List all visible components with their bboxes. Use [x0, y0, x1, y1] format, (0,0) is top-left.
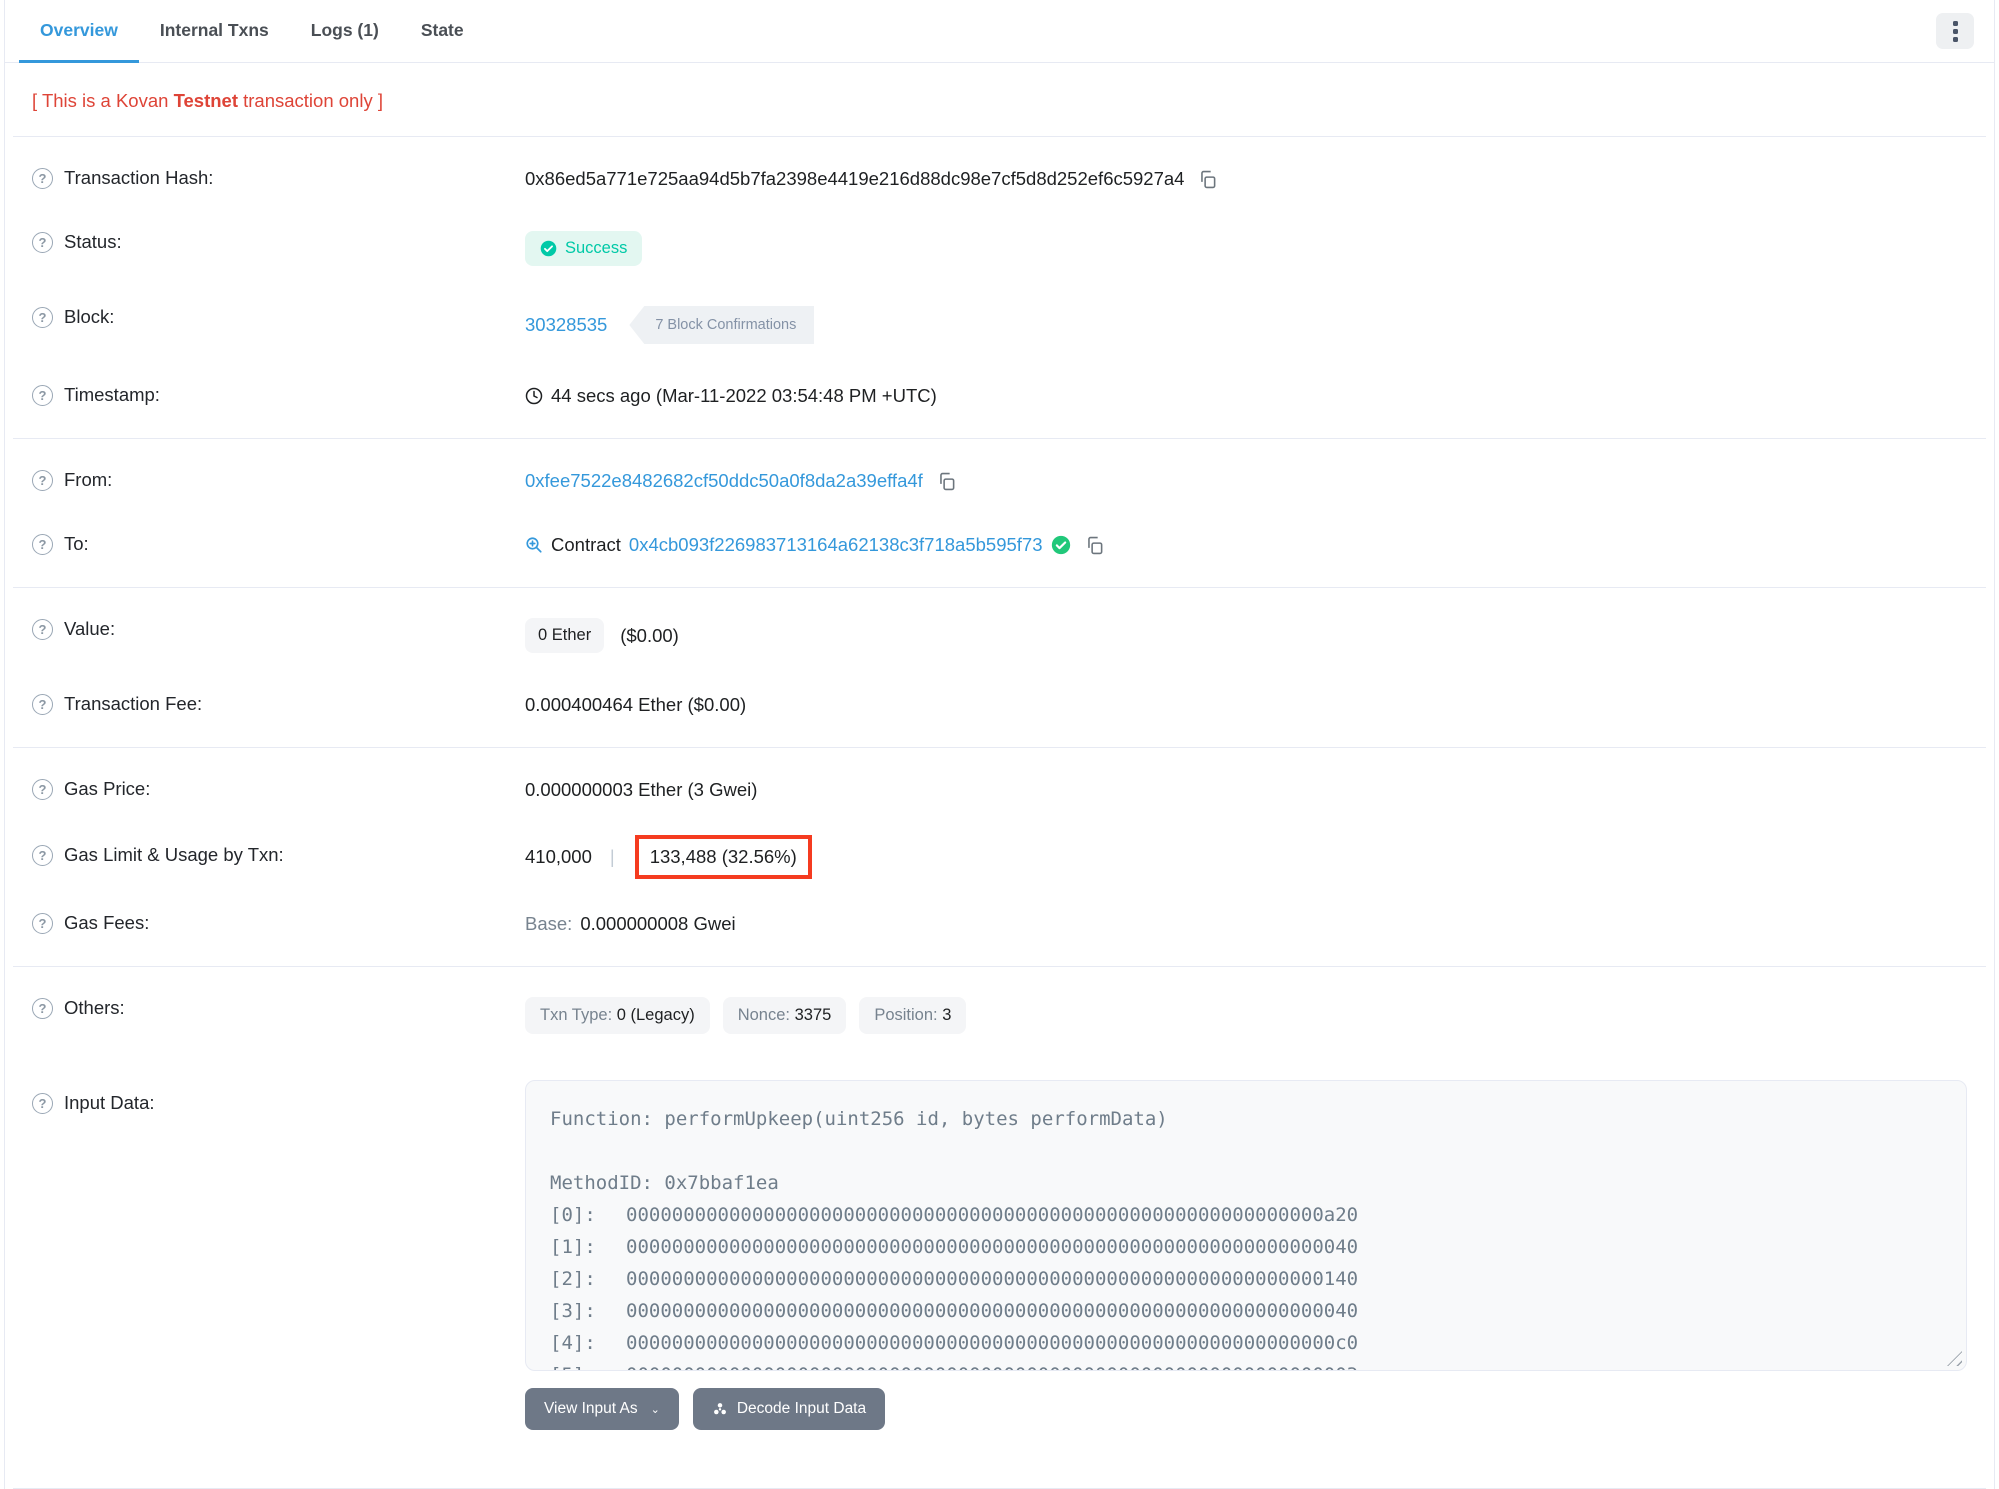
input-word-row: [0]: 000000000000000000000000000000000000… — [550, 1204, 1359, 1226]
help-icon[interactable]: ? — [32, 778, 53, 800]
tab-state[interactable]: State — [400, 0, 485, 63]
gas-fees-base-label: Base: — [525, 913, 573, 934]
copy-icon[interactable] — [937, 472, 956, 491]
row-block: ? Block: 30328535 7 Block Confirmations — [32, 286, 1967, 364]
transaction-card: Overview Internal Txns Logs (1) State [ … — [4, 0, 1995, 1489]
input-word-row: [2]: 000000000000000000000000000000000000… — [550, 1268, 1359, 1290]
help-icon[interactable]: ? — [32, 533, 53, 555]
value-label: Value: — [64, 618, 116, 639]
transaction-hash-label: Transaction Hash: — [64, 167, 214, 188]
tab-logs[interactable]: Logs (1) — [290, 0, 400, 63]
verified-check-icon — [1051, 535, 1070, 555]
testnet-notice: [ This is a Kovan Testnet transaction on… — [32, 90, 383, 111]
help-icon[interactable]: ? — [32, 306, 53, 328]
decode-icon — [713, 1403, 726, 1415]
block-number-link[interactable]: 30328535 — [525, 314, 607, 336]
check-circle-icon — [540, 240, 557, 257]
status-badge: Success — [525, 231, 643, 266]
help-icon[interactable]: ? — [32, 1092, 53, 1114]
row-transaction-fee: ? Transaction Fee: 0.000400464 Ether ($0… — [32, 673, 1967, 737]
block-label: Block: — [64, 306, 115, 327]
row-status: ? Status: Success — [32, 211, 1967, 286]
row-gas-price: ? Gas Price: 0.000000003 Ether (3 Gwei) — [32, 758, 1967, 822]
to-label: To: — [64, 533, 89, 554]
row-value: ? Value: 0 Ether ($0.00) — [32, 598, 1967, 673]
input-blank-line — [550, 1135, 1942, 1167]
input-word-row: [4]: 000000000000000000000000000000000000… — [550, 1332, 1359, 1354]
tab-internal-txns[interactable]: Internal Txns — [139, 0, 290, 63]
ether-value-badge: 0 Ether — [525, 618, 605, 653]
help-icon[interactable]: ? — [32, 693, 53, 715]
row-transaction-hash: ? Transaction Hash: 0x86ed5a771e725aa94d… — [32, 147, 1967, 211]
timestamp-label: Timestamp: — [64, 384, 160, 405]
gas-usage-value: 133,488 (32.56%) — [649, 846, 797, 867]
input-word-row: [5]:000000000000000000000000000000000000… — [550, 1359, 1942, 1370]
magnifier-plus-icon[interactable] — [525, 536, 543, 554]
input-word-row: [1]: 000000000000000000000000000000000000… — [550, 1236, 1359, 1258]
tab-overview[interactable]: Overview — [19, 0, 139, 63]
copy-icon[interactable] — [1198, 170, 1217, 189]
help-icon[interactable]: ? — [32, 618, 53, 640]
others-label: Others: — [64, 997, 125, 1018]
from-label: From: — [64, 469, 113, 490]
decode-input-data-button[interactable]: Decode Input Data — [692, 1388, 886, 1430]
copy-icon[interactable] — [1085, 536, 1104, 555]
row-to: ? To: Contract 0x4cb093f226983713164a621… — [32, 513, 1967, 577]
input-word-row: [3]: 000000000000000000000000000000000000… — [550, 1300, 1359, 1322]
help-icon[interactable]: ? — [32, 912, 53, 934]
fiat-value: ($0.00) — [620, 624, 679, 646]
txn-type-badge: Txn Type: 0 (Legacy) — [525, 997, 710, 1034]
row-gas-fees: ? Gas Fees: Base: 0.000000008 Gwei — [32, 892, 1967, 956]
section-gas: ? Gas Price: 0.000000003 Ether (3 Gwei) … — [5, 748, 1994, 966]
section-others-input: ? Others: Txn Type: 0 (Legacy) Nonce: 33… — [5, 967, 1994, 1460]
transaction-hash-value: 0x86ed5a771e725aa94d5b7fa2398e4419e216d8… — [525, 168, 1185, 189]
row-others: ? Others: Txn Type: 0 (Legacy) Nonce: 33… — [32, 977, 1967, 1054]
tab-bar: Overview Internal Txns Logs (1) State — [5, 0, 1994, 63]
help-icon[interactable]: ? — [32, 167, 53, 189]
transaction-fee-value: 0.000400464 Ether ($0.00) — [525, 694, 747, 715]
gas-price-value: 0.000000003 Ether (3 Gwei) — [525, 779, 758, 800]
row-input-data: ? Input Data: Function: performUpkeep(ui… — [32, 1054, 1967, 1450]
help-icon[interactable]: ? — [32, 384, 53, 406]
block-confirmations-badge: 7 Block Confirmations — [629, 306, 815, 344]
chevron-down-icon: ⌄ — [650, 1403, 660, 1416]
help-icon[interactable]: ? — [32, 231, 53, 253]
gas-limit-value: 410,000 — [525, 846, 592, 867]
nonce-badge: Nonce: 3375 — [722, 997, 847, 1034]
section-value: ? Value: 0 Ether ($0.00) ? Transaction F… — [5, 588, 1994, 747]
view-input-as-button[interactable]: View Input As ⌄ — [525, 1388, 679, 1430]
gas-price-label: Gas Price: — [64, 778, 151, 799]
row-from: ? From: 0xfee7522e8482682cf50ddc50a0f8da… — [32, 449, 1967, 513]
section-summary: ? Transaction Hash: 0x86ed5a771e725aa94d… — [5, 137, 1994, 438]
timestamp-value: 44 secs ago (Mar-11-2022 03:54:48 PM +UT… — [551, 385, 937, 406]
from-address-link[interactable]: 0xfee7522e8482682cf50ddc50a0f8da2a39effa… — [525, 470, 923, 492]
input-data-label: Input Data: — [64, 1092, 155, 1113]
row-timestamp: ? Timestamp: 44 secs ago (Mar-11-2022 03… — [32, 364, 1967, 428]
status-label: Status: — [64, 231, 122, 252]
help-icon[interactable]: ? — [32, 997, 53, 1019]
gas-usage-annotation-box: 133,488 (32.56%) — [634, 835, 812, 879]
help-icon[interactable]: ? — [32, 469, 53, 491]
section-addresses: ? From: 0xfee7522e8482682cf50ddc50a0f8da… — [5, 439, 1994, 587]
row-gas-limit-usage: ? Gas Limit & Usage by Txn: 410,000 | 13… — [32, 822, 1967, 892]
separator: | — [609, 846, 615, 867]
to-kind: Contract — [551, 534, 621, 555]
input-function-line: Function: performUpkeep(uint256 id, byte… — [550, 1108, 1168, 1130]
input-methodid-line: MethodID: 0x7bbaf1ea — [550, 1172, 779, 1194]
help-icon[interactable]: ? — [32, 844, 53, 866]
transaction-fee-label: Transaction Fee: — [64, 693, 203, 714]
kebab-menu-button[interactable] — [1936, 13, 1974, 49]
gas-fees-label: Gas Fees: — [64, 912, 150, 933]
gas-limit-label: Gas Limit & Usage by Txn: — [64, 844, 284, 865]
input-data-textarea[interactable]: Function: performUpkeep(uint256 id, byte… — [525, 1080, 1967, 1371]
gas-fees-base-value: 0.000000008 Gwei — [580, 913, 736, 934]
resize-handle[interactable] — [1947, 1351, 1962, 1366]
to-address-link[interactable]: 0x4cb093f226983713164a62138c3f718a5b595f… — [629, 534, 1043, 556]
position-badge: Position: 3 — [859, 997, 967, 1034]
clock-icon — [525, 387, 543, 405]
